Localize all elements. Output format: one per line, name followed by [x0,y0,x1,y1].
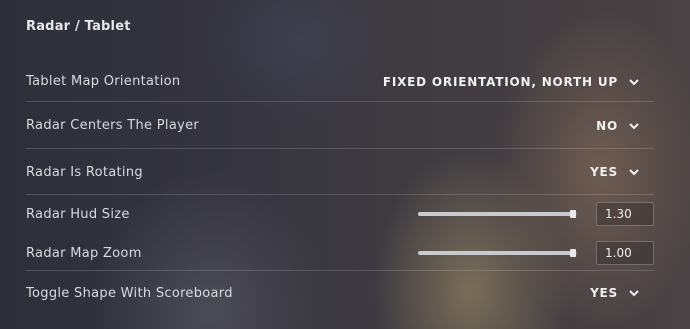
section-title: Radar / Tablet [26,19,131,34]
chevron-down-icon [629,78,639,85]
slider-thumb[interactable] [570,249,576,257]
radar-hud-size-slider[interactable] [418,208,578,220]
slider-group: 1.30 [418,202,654,226]
toggle-shape-scoreboard-dropdown[interactable]: YES [590,286,640,300]
dropdown-value: NO [596,118,618,133]
chevron-down-icon [629,169,639,176]
slider-fill [418,251,573,255]
radar-map-zoom-input[interactable]: 1.00 [596,241,654,265]
setting-label: Radar Map Zoom [26,245,142,261]
setting-row-radar-map-zoom: Radar Map Zoom 1.00 [26,236,654,271]
setting-label: Radar Centers The Player [26,118,200,133]
chevron-down-icon [629,122,639,129]
setting-row-tablet-map-orientation: Tablet Map Orientation FIXED ORIENTATION… [26,62,654,102]
slider-fill [418,212,573,216]
dropdown-value: YES [590,286,618,300]
slider-thumb[interactable] [570,210,576,218]
setting-row-radar-hud-size: Radar Hud Size 1.30 [26,199,654,229]
setting-label: Radar Hud Size [26,206,130,222]
setting-label: Radar Is Rotating [26,164,143,180]
dropdown-value: FIXED ORIENTATION, NORTH UP [382,74,618,89]
radar-is-rotating-dropdown[interactable]: YES [590,165,640,179]
setting-row-radar-is-rotating: Radar Is Rotating YES [26,150,654,195]
radar-tablet-settings-panel: Radar / Tablet Tablet Map Orientation FI… [0,0,690,329]
chevron-down-icon [629,290,639,297]
dropdown-value: YES [590,165,618,179]
tablet-map-orientation-dropdown[interactable]: FIXED ORIENTATION, NORTH UP [383,75,640,89]
radar-map-zoom-slider[interactable] [418,247,578,259]
radar-hud-size-input[interactable]: 1.30 [596,202,654,226]
setting-label: Toggle Shape With Scoreboard [26,285,233,301]
setting-row-toggle-shape-scoreboard: Toggle Shape With Scoreboard YES [26,278,654,308]
slider-group: 1.00 [418,241,654,265]
setting-label: Tablet Map Orientation [26,74,181,89]
radar-centers-player-dropdown[interactable]: NO [596,119,640,133]
setting-row-radar-centers-player: Radar Centers The Player NO [26,103,654,149]
